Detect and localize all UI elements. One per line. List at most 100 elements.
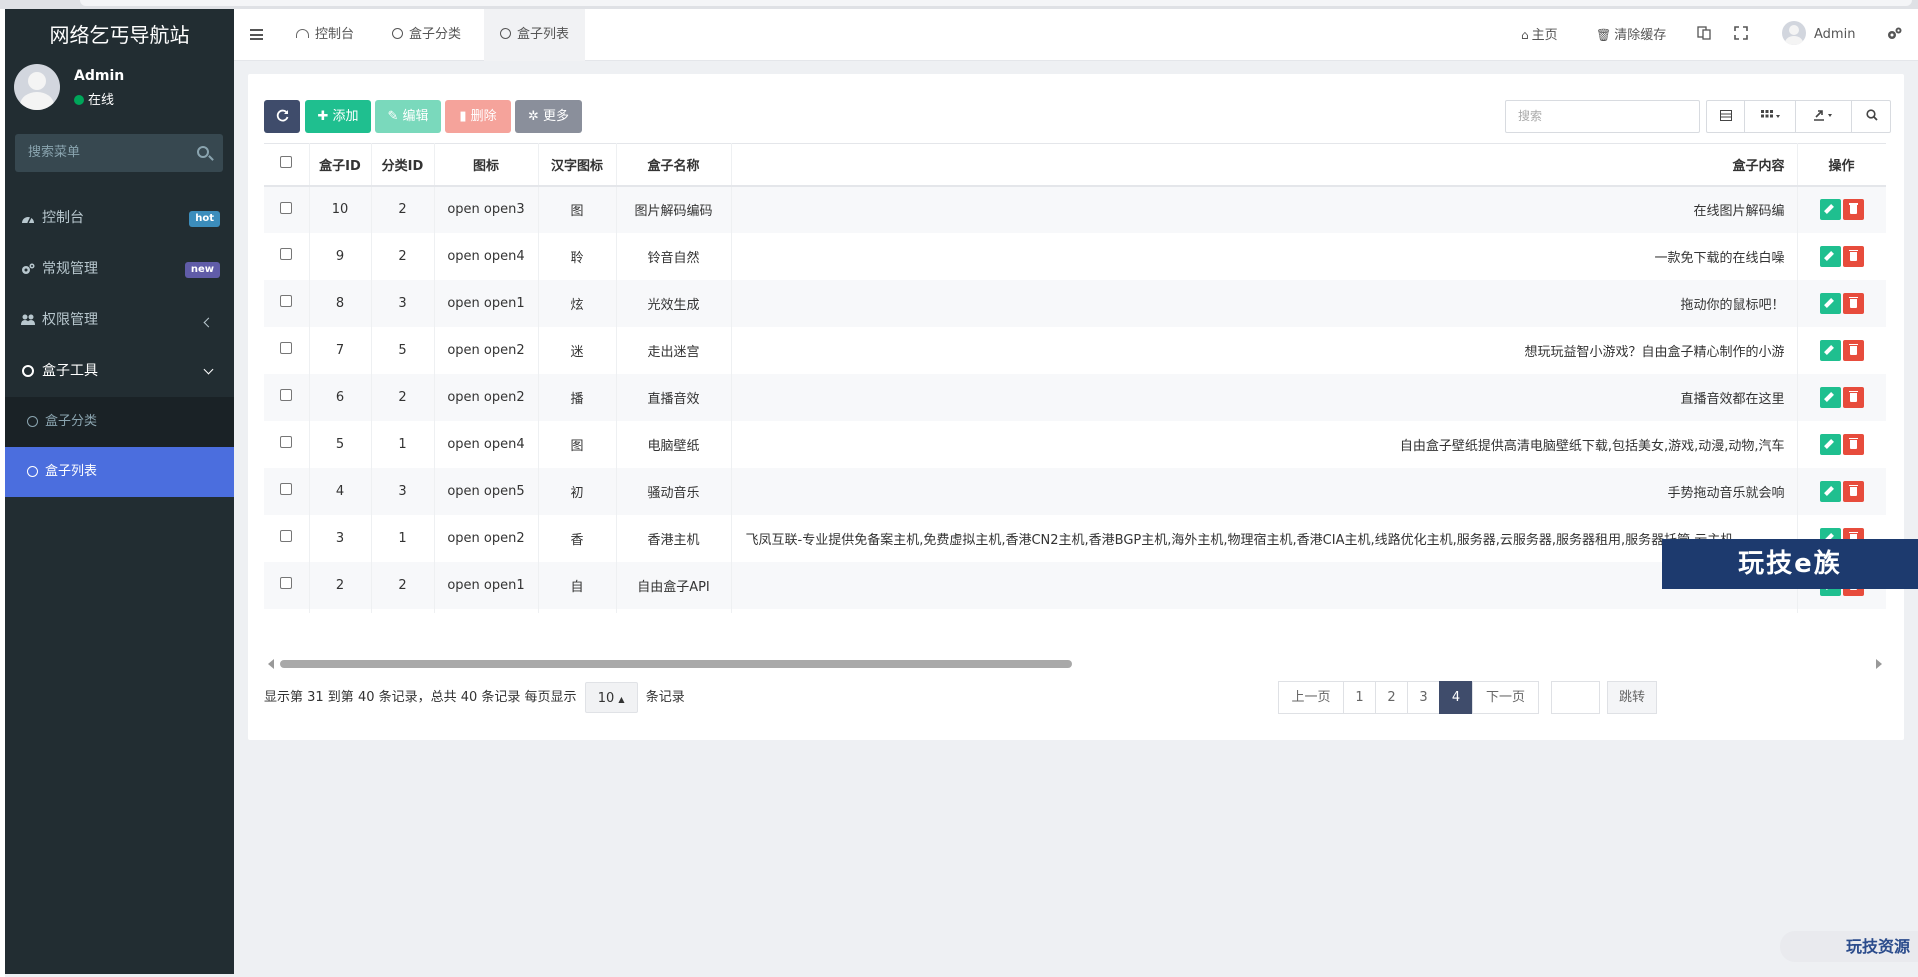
cell-content: 手势拖动音乐就会响 (731, 467, 1798, 515)
cell-name: 自由盒子API (616, 561, 732, 609)
delete-row-icon[interactable] (1842, 199, 1864, 220)
tab-box-category[interactable]: 盒子分类 (392, 9, 461, 61)
cell-actions (1797, 279, 1886, 327)
clear-cache-link[interactable]: 🗑 清除缓存 (1596, 9, 1666, 61)
sidebar-item-general[interactable]: 常规管理 new (5, 244, 234, 295)
search-toggle-button[interactable] (1853, 101, 1890, 132)
table-row[interactable]: 5 1 open open4 图电脑壁纸 自由盒子壁纸提供高清电脑壁纸下载,包括美女,游… (264, 420, 1886, 468)
edit-row-icon[interactable] (1819, 386, 1841, 408)
row-checkbox[interactable] (280, 389, 293, 401)
scroll-left-icon[interactable] (268, 659, 274, 669)
row-checkbox[interactable] (280, 530, 293, 542)
sidebar-search-input[interactable]: 搜索菜单 (15, 134, 223, 172)
delete-row-icon[interactable] (1842, 292, 1864, 314)
table-row[interactable]: 7 5 open open2 迷走出迷宫 想玩玩益智小游戏？自由盒子精心制作的小游 (264, 326, 1886, 374)
search-icon[interactable] (197, 146, 209, 158)
caret-up-icon: ▲ (618, 695, 625, 704)
user-menu[interactable]: Admin (1782, 9, 1855, 61)
row-checkbox[interactable] (280, 295, 293, 307)
cell-id: 9 (309, 232, 372, 280)
page-2-button[interactable]: 2 (1375, 681, 1408, 714)
select-all-checkbox[interactable] (280, 156, 293, 169)
table-row[interactable]: 2 2 open open1 自自由盒子API (264, 561, 1886, 609)
edit-row-icon[interactable] (1819, 292, 1841, 314)
row-checkbox[interactable] (280, 483, 293, 495)
cell-name: 骚动音乐 (616, 467, 732, 515)
cell-content: 在线图片解码编 (731, 185, 1798, 233)
row-select-cell (264, 420, 310, 468)
brand-logo[interactable]: 网络乞丐导航站 (5, 9, 234, 61)
scroll-right-icon[interactable] (1876, 659, 1882, 669)
cell-name: 铃音自然 (616, 232, 732, 280)
cell-char-icon: 图 (538, 420, 617, 468)
table-row[interactable]: 11open open3导导航资源提交自动审核哦 (264, 608, 1886, 613)
page-size-select[interactable]: 10 ▲ (584, 682, 638, 713)
row-select-cell (264, 373, 310, 421)
gears-icon (1888, 27, 1902, 39)
row-checkbox[interactable] (280, 342, 293, 354)
sidebar-item-dashboard[interactable]: 控制台 hot (5, 193, 234, 244)
edit-row-icon[interactable] (1819, 433, 1841, 455)
sidebar-item-box-category[interactable]: 盒子分类 (5, 397, 234, 447)
col-header-name[interactable]: 盒子名称 (616, 143, 732, 187)
page-1-button[interactable]: 1 (1343, 681, 1376, 714)
prev-page-button[interactable]: 上一页 (1278, 681, 1344, 714)
col-header-content[interactable]: 盒子内容 (731, 143, 1798, 187)
delete-row-icon[interactable] (1842, 480, 1864, 502)
horizontal-scrollbar[interactable] (264, 656, 1886, 670)
settings-button[interactable] (1887, 9, 1902, 61)
edit-row-icon[interactable] (1819, 245, 1841, 267)
sidebar-item-box-list[interactable]: 盒子列表 (5, 447, 234, 497)
table-search-input[interactable]: 搜索 (1505, 100, 1700, 133)
row-checkbox[interactable] (280, 201, 293, 214)
edit-button[interactable]: ✎ 编辑 (375, 100, 441, 133)
table-row[interactable]: 10 2 open open3 图图片解码编码 在线图片解码编 (264, 185, 1886, 233)
jump-page-input[interactable] (1551, 681, 1600, 714)
export-button[interactable] (1797, 101, 1852, 132)
table-row[interactable]: 3 1 open open2 香香港主机 飞凤互联-专业提供免备案主机,免费虚拟主机,香… (264, 514, 1886, 562)
home-link[interactable]: ⌂ 主页 (1521, 9, 1558, 61)
delete-button[interactable]: ▮ 删除 (445, 100, 511, 133)
cell-category-id: 1 (371, 420, 435, 468)
jump-button[interactable]: 跳转 (1607, 681, 1657, 714)
cell-name: 走出迷宫 (616, 326, 732, 374)
edit-row-icon[interactable] (1819, 199, 1841, 220)
cell-actions (1797, 608, 1886, 613)
content-panel: ✚ 添加 ✎ 编辑 ▮ 删除 ✲ 更多 搜索 盒子ID 分类ID 图标 汉字图标… (248, 74, 1904, 740)
table-row[interactable]: 8 3 open open1 炫光效生成 拖动你的鼠标吧！ (264, 279, 1886, 327)
more-label: 更多 (543, 109, 570, 124)
delete-row-icon[interactable] (1842, 433, 1864, 455)
table-row[interactable]: 6 2 open open2 播直播音效 直播音效都在这里 (264, 373, 1886, 421)
edit-row-icon[interactable] (1819, 339, 1841, 361)
col-header-char-icon[interactable]: 汉字图标 (538, 143, 617, 187)
tab-dashboard[interactable]: 控制台 (296, 9, 354, 61)
edit-row-icon[interactable] (1819, 480, 1841, 502)
columns-button[interactable] (1746, 101, 1796, 132)
menu-toggle-icon[interactable] (250, 29, 263, 40)
translate-button[interactable] (1697, 9, 1711, 61)
delete-row-icon[interactable] (1842, 245, 1864, 267)
next-page-button[interactable]: 下一页 (1472, 681, 1539, 714)
sidebar-item-permission[interactable]: 权限管理 (5, 295, 234, 346)
col-header-id[interactable]: 盒子ID (309, 143, 372, 187)
table-row[interactable]: 9 2 open open4 聆铃音自然 一款免下载的在线白噪 (264, 232, 1886, 280)
row-checkbox[interactable] (280, 577, 293, 589)
table-body: 10 2 open open3 图图片解码编码 在线图片解码编 9 2 open open4 聆… (264, 185, 1886, 613)
fullscreen-button[interactable] (1734, 9, 1748, 61)
delete-row-icon[interactable] (1842, 339, 1864, 361)
col-header-icon[interactable]: 图标 (434, 143, 539, 187)
sidebar-item-box-tools[interactable]: 盒子工具 (5, 346, 234, 397)
row-checkbox[interactable] (280, 436, 293, 448)
col-header-category-id[interactable]: 分类ID (371, 143, 435, 187)
page-3-button[interactable]: 3 (1407, 681, 1440, 714)
add-button[interactable]: ✚ 添加 (305, 100, 371, 133)
scrollbar-thumb[interactable] (280, 660, 1072, 668)
more-button[interactable]: ✲ 更多 (515, 100, 582, 133)
refresh-button[interactable] (264, 100, 300, 133)
table-row[interactable]: 4 3 open open5 初骚动音乐 手势拖动音乐就会响 (264, 467, 1886, 515)
delete-row-icon[interactable] (1842, 386, 1864, 408)
row-checkbox[interactable] (280, 248, 293, 260)
tab-box-list[interactable]: 盒子列表 (484, 9, 586, 61)
toggle-view-button[interactable] (1707, 101, 1745, 132)
page-4-button[interactable]: 4 (1439, 681, 1473, 714)
